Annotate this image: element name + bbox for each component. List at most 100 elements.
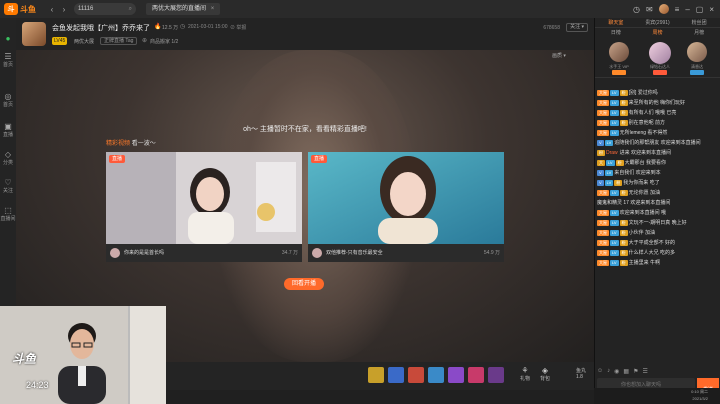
rank-avatar-1[interactable] [649, 42, 671, 64]
chat-message: 大屋 LV 粉有所有人们 哦哦 已亮 [595, 108, 720, 118]
rank-list: 水手王 VIP 绿钻石达人 清香达 [595, 38, 720, 78]
gift-button[interactable]: ⚘ 礼物 [516, 366, 534, 382]
user-badge: LV [606, 159, 615, 166]
user-badge: LV [610, 249, 619, 256]
subtab-week[interactable]: 周榜 [652, 28, 662, 38]
back-button[interactable]: ‹ [46, 3, 58, 15]
recommend-card[interactable]: 直播 双他推荐-只有音乐最安全 54.9 万 [308, 152, 504, 262]
gift-item[interactable] [448, 367, 464, 383]
user-badge: 大屋 [597, 99, 609, 106]
follow-button[interactable]: 关注 ▾ [566, 23, 588, 32]
chat-message: V LV 粉我为你而来 吃了 [595, 178, 720, 188]
logo-text: 斗鱼 [20, 4, 36, 14]
gift-item[interactable] [408, 367, 424, 383]
nav-item-follow[interactable]: ♡ 关注 [0, 178, 16, 194]
card-avatar [312, 248, 322, 258]
tag-badge: 正牌直播 Tag [100, 37, 138, 45]
gift-item[interactable] [468, 367, 484, 383]
category-link[interactable]: 两优大展 [74, 38, 94, 45]
gift-button-label: 礼物 [519, 376, 530, 382]
user-badge: 粉 [619, 219, 628, 226]
rank-badge [690, 70, 704, 75]
close-tab-icon[interactable]: × [211, 6, 215, 12]
chat-messages[interactable]: 大屋 LV 粉 [别] 爱过你吗 大屋 LV 粉来至所有的他 嗨你们玩好 大屋 LV 粉有所有人们… [595, 88, 720, 366]
tab-chat[interactable]: 聊天室 [595, 18, 637, 27]
recommend-card[interactable]: 直播 你来的是是首长吗 34.7 万 [106, 152, 302, 262]
recommend-button[interactable]: 回看开播 [284, 278, 325, 290]
flag-icon[interactable]: ⚑ [633, 368, 638, 375]
chat-message: 大屋 LV 粉文玩不一-期明日真 晚上好 [595, 218, 720, 228]
nav-label: 首页 [2, 62, 13, 68]
rank-avatar-2[interactable] [609, 42, 629, 62]
tab-vip[interactable]: 贵宾(2991) [637, 18, 679, 27]
streamer-avatar[interactable] [22, 22, 46, 46]
list-icon[interactable]: ☰ [642, 368, 647, 375]
maximize-icon[interactable]: ▢ [696, 5, 704, 14]
chat-username[interactable]: Draw [606, 150, 618, 156]
user-badge: LV [610, 239, 619, 246]
rank-badge [612, 70, 626, 75]
browser-tab[interactable]: 两优大展您的直播间 × [146, 3, 221, 15]
music-icon[interactable]: ♪ [607, 368, 610, 374]
heart-icon: ♡ [4, 178, 12, 187]
user-badge: LV [610, 99, 619, 106]
chat-text: 来自我们 欢迎来到本 [614, 170, 661, 176]
rank-avatar-3[interactable] [687, 42, 707, 62]
logo[interactable]: 斗 斗鱼 [0, 0, 46, 18]
nav-item-toggle[interactable]: ● [0, 34, 16, 43]
record-icon[interactable]: ◉ [614, 368, 619, 375]
chat-panel: 聊天室 贵宾(2991) 粉丝团 日榜 周榜 月榜 水手王 VIP 绿钻石达人 … [594, 18, 720, 404]
nav-label: 关注 [2, 188, 13, 194]
backpack-button[interactable]: ◈ 背包 [536, 366, 554, 382]
emoji-icon[interactable]: ☺ [597, 368, 603, 374]
search-icon[interactable]: ⌕ [129, 3, 132, 15]
fish-balance: 鱼丸 1.8 [576, 367, 586, 380]
user-badge: LV [610, 189, 619, 196]
menu-icon[interactable]: ≡ [675, 5, 680, 14]
chat-message: 大屋 LV 粉主播里来 牛啊 [595, 258, 720, 268]
toggle-icon: ● [5, 34, 11, 43]
nav-item-category[interactable]: ◇ 分类 [0, 150, 16, 166]
card-title: 双他推荐-只有音乐最安全 [326, 250, 383, 256]
message-icon[interactable]: ✉ [646, 5, 653, 14]
search-input[interactable]: 11116 ⌕ [74, 3, 136, 15]
user-badge: 粉 [619, 239, 628, 246]
chat-message: 大屋 LV 粉什么样人大兄 吃的多 [595, 248, 720, 258]
chat-text: 无论你愿 加油 [628, 190, 660, 196]
live-badge: 直播 [109, 155, 126, 163]
subtab-month[interactable]: 月榜 [694, 28, 704, 38]
chat-message: V LV 来自我们 欢迎来到本 [595, 168, 720, 178]
chat-text: 我为你而来 吃了 [623, 180, 660, 186]
tab-title: 两优大展您的直播间 [152, 6, 207, 12]
chat-message: 大屋 LV 粉小伙伴 加油 [595, 228, 720, 238]
chat-message: 大屋 LV 无所lemeng 看不得然 [595, 128, 720, 138]
chat-text: 来至所有的他 嗨你们玩好 [628, 100, 685, 106]
extension-label[interactable]: 商品搬家 1/2 [150, 38, 178, 45]
chat-text: 大于平成全部不 好的 [628, 240, 675, 246]
grid-icon[interactable]: ▦ [623, 368, 629, 375]
history-icon[interactable]: ◷ [633, 5, 640, 14]
quality-selector[interactable]: 画质 ▾ [552, 52, 566, 59]
card-count: 54.9 万 [483, 250, 500, 256]
gift-item[interactable] [388, 367, 404, 383]
nav-item-main[interactable]: ◎ 首页 [0, 92, 16, 108]
report-link[interactable]: ⊘ 举报 [230, 24, 246, 31]
tab-fans[interactable]: 粉丝团 [678, 18, 720, 27]
nav-item-live[interactable]: ▣ 直播 [0, 122, 16, 138]
user-badge: LV [610, 89, 619, 96]
webcam-watermark: 斗鱼 [12, 352, 37, 366]
close-icon[interactable]: × [709, 5, 714, 14]
search-value: 11116 [78, 6, 94, 12]
gift-icon: ⚘ [521, 366, 529, 375]
user-badge: LV [604, 139, 614, 146]
gift-item[interactable] [428, 367, 444, 383]
nav-item-room[interactable]: ⬚ 直播间 [0, 206, 16, 222]
gift-item[interactable] [488, 367, 504, 383]
minimize-icon[interactable]: – [685, 5, 689, 14]
avatar[interactable] [658, 4, 669, 14]
user-badge: 大 [597, 159, 605, 166]
subtab-day[interactable]: 日榜 [611, 28, 621, 38]
forward-button[interactable]: › [58, 3, 70, 15]
nav-item-home[interactable]: ☰ 首页 [0, 52, 16, 68]
gift-item[interactable] [368, 367, 384, 383]
